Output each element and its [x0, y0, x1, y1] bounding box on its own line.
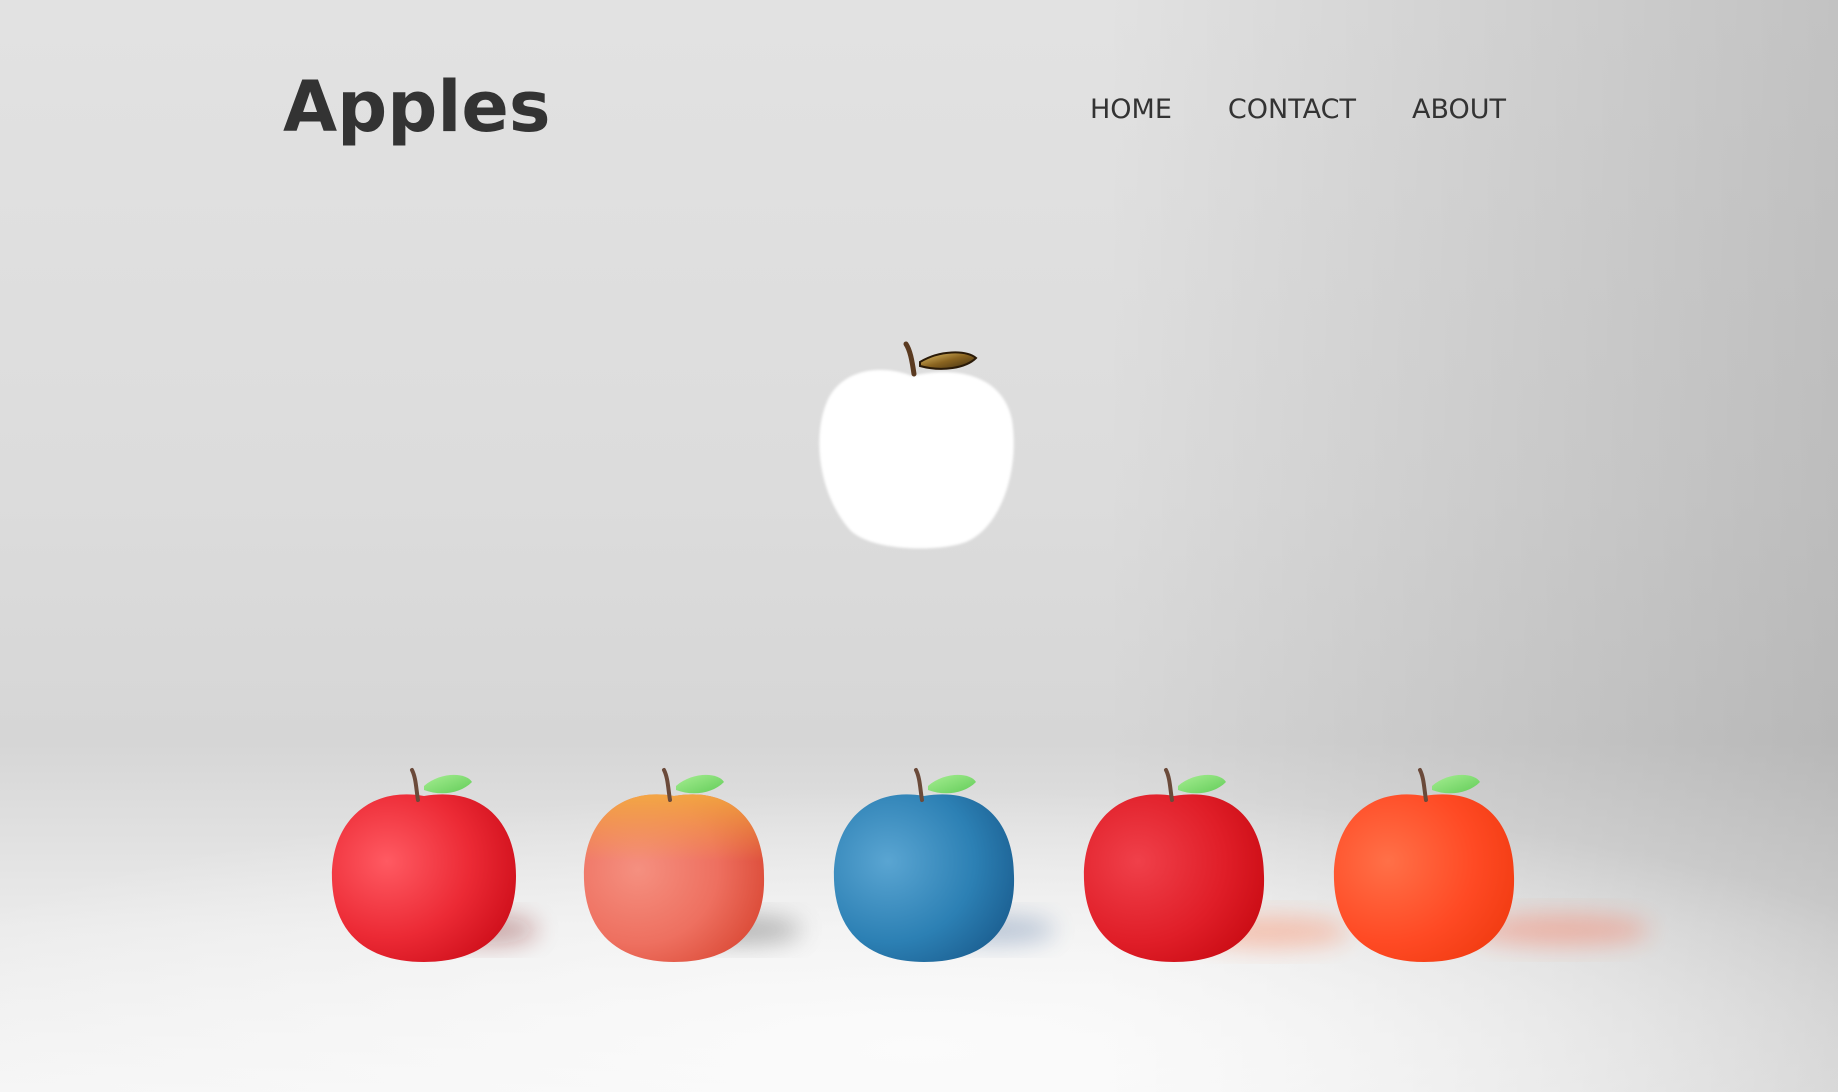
- featured-white-apple: [819, 341, 1014, 549]
- blue-apple: [833, 768, 1015, 962]
- red-apple: [331, 768, 516, 962]
- apples-illustration: [331, 341, 1650, 962]
- hero-scene: [0, 0, 1838, 1092]
- crimson-apple: [1083, 768, 1265, 962]
- peach-apple: [583, 768, 765, 962]
- orange-apple: [1333, 768, 1515, 962]
